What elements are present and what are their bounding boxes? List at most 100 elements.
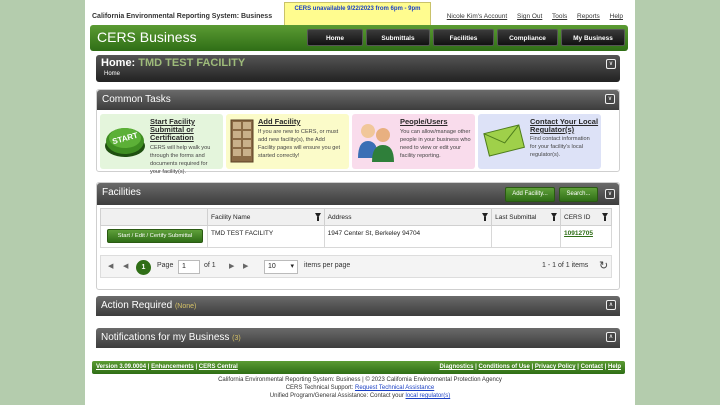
- page-label: Page: [157, 262, 174, 269]
- general-line: Unified Program/General Assistance: Cont…: [85, 392, 635, 400]
- task-title-line: Regulator(s): [530, 125, 575, 134]
- footer-help-link[interactable]: Help: [608, 364, 621, 370]
- nav-submittals[interactable]: Submittals: [366, 29, 430, 46]
- separator: |: [147, 364, 150, 370]
- column-header-address[interactable]: Address: [323, 208, 493, 226]
- cers-central-link[interactable]: CERS Central: [199, 364, 238, 370]
- user-links: Nicole Kim's Account Sign Out Tools Repo…: [447, 13, 623, 20]
- collapse-icon[interactable]: ∨: [606, 59, 616, 69]
- brand-title: CERS Business: [97, 29, 197, 45]
- support-label: CERS Technical Support:: [285, 385, 354, 391]
- expand-icon[interactable]: ∧: [606, 332, 616, 342]
- support-line: CERS Technical Support: Request Technica…: [85, 384, 635, 392]
- action-required-panel[interactable]: Action Required (None) ∧: [96, 296, 620, 316]
- separator: |: [577, 364, 579, 370]
- task-title-line: Certification: [150, 133, 194, 142]
- cers-id-cell: 10912705: [560, 225, 612, 248]
- desc-line: people in your business who: [400, 137, 471, 143]
- cers-id-link[interactable]: 10912705: [564, 230, 593, 237]
- column-header-action: [100, 208, 208, 226]
- notifications-title: Notifications for my Business (3): [101, 332, 241, 343]
- page-input[interactable]: 1: [178, 260, 200, 274]
- facility-name-cell: TMD TEST FACILITY: [206, 225, 325, 248]
- account-link[interactable]: Nicole Kim's Account: [447, 13, 508, 20]
- desc-line: started correctly!: [258, 153, 300, 159]
- filter-icon[interactable]: [551, 213, 558, 221]
- sign-out-link[interactable]: Sign Out: [517, 13, 542, 20]
- system-title: California Environmental Reporting Syste…: [92, 13, 273, 20]
- conditions-link[interactable]: Conditions of Use: [479, 364, 530, 370]
- enhancements-link[interactable]: Enhancements: [151, 364, 194, 370]
- task-description: CERS will help walk you through the form…: [150, 144, 210, 176]
- column-header-facility-name[interactable]: Facility Name: [206, 208, 325, 226]
- separator: |: [604, 364, 607, 370]
- collapse-icon[interactable]: ∨: [605, 189, 615, 199]
- task-add-facility[interactable]: Add Facility If you are new to CERS, or …: [226, 114, 349, 169]
- desc-line: CERS will help walk you: [150, 145, 211, 151]
- separator: |: [475, 364, 477, 370]
- regulator-link[interactable]: local regulator(s): [406, 393, 451, 399]
- desc-line: need to view or edit your: [400, 145, 461, 151]
- chevron-down-icon: ▾: [290, 263, 294, 270]
- nav-compliance[interactable]: Compliance: [497, 29, 558, 46]
- contact-link[interactable]: Contact: [581, 364, 603, 370]
- notifications-label: Notifications for my Business: [101, 332, 230, 343]
- desc-line: Facility pages will ensure you get: [258, 145, 341, 151]
- page-size-select[interactable]: 10 ▾: [264, 260, 298, 274]
- last-page-icon[interactable]: ▶: [243, 262, 248, 270]
- search-button[interactable]: Search...: [559, 187, 598, 202]
- column-label: Facility Name: [210, 213, 251, 221]
- common-tasks-panel: Common Tasks ∨ START Start Facility Subm…: [96, 89, 620, 175]
- notifications-count: (3): [232, 335, 241, 342]
- column-header-last-submittal[interactable]: Last Submittal: [491, 208, 562, 226]
- prev-page-icon[interactable]: ◀: [123, 262, 128, 270]
- support-link[interactable]: Request Technical Assistance: [355, 385, 434, 391]
- filter-icon[interactable]: [314, 213, 321, 221]
- task-start-submittal[interactable]: START Start Facility Submittal or Certif…: [100, 114, 223, 175]
- general-label: Unified Program/General Assistance: Cont…: [269, 393, 404, 399]
- task-description: Find contact information for your facili…: [530, 135, 590, 159]
- facilities-title: Facilities: [102, 187, 141, 198]
- nav-home[interactable]: Home: [307, 29, 363, 46]
- filter-icon[interactable]: [602, 213, 608, 221]
- tools-link[interactable]: Tools: [552, 13, 567, 20]
- current-page[interactable]: 1: [136, 260, 151, 275]
- next-page-icon[interactable]: ▶: [229, 262, 234, 270]
- desc-line: add new facility(s), the Add: [258, 137, 325, 143]
- facilities-panel: Facilities Add Facility... Search... ∨ F…: [96, 182, 620, 290]
- page-size-value: 10: [268, 263, 276, 270]
- task-contact-regulator[interactable]: Contact Your Local Regulator(s) Find con…: [478, 114, 601, 169]
- nav-facilities[interactable]: Facilities: [433, 29, 494, 46]
- copyright-block: California Environmental Reporting Syste…: [85, 376, 635, 400]
- desc-line: facility reporting.: [400, 153, 441, 159]
- first-page-icon[interactable]: ◀: [108, 262, 115, 270]
- desc-line: Find contact information: [530, 136, 590, 142]
- expand-icon[interactable]: ∧: [606, 300, 616, 310]
- collapse-icon[interactable]: ∨: [605, 94, 615, 104]
- task-people-users[interactable]: People/Users You can allow/manage other …: [352, 114, 475, 169]
- privacy-link[interactable]: Privacy Policy: [535, 364, 576, 370]
- add-facility-button[interactable]: Add Facility...: [505, 187, 555, 202]
- refresh-icon[interactable]: ↻: [599, 259, 608, 272]
- filter-icon[interactable]: [482, 213, 489, 221]
- task-title: People/Users: [400, 117, 448, 126]
- diagnostics-link[interactable]: Diagnostics: [439, 364, 473, 370]
- version-link[interactable]: Version 3.09.0004: [96, 364, 146, 370]
- help-link[interactable]: Help: [610, 13, 623, 20]
- address-cell: 1947 Center St, Berkeley 94704: [323, 225, 493, 248]
- facility-name-title: TMD TEST FACILITY: [138, 57, 246, 69]
- reports-link[interactable]: Reports: [577, 13, 600, 20]
- people-icon: [356, 120, 396, 162]
- task-title: Add Facility: [258, 117, 301, 126]
- action-required-count: (None): [174, 303, 197, 310]
- footer-bar: Version 3.09.0004 | Enhancements | CERS …: [92, 361, 625, 374]
- nav-my-business[interactable]: My Business: [561, 29, 625, 46]
- start-edit-certify-button[interactable]: Start / Edit / Certify Submittal: [107, 229, 203, 243]
- main-nav: Home Submittals Facilities Compliance My…: [307, 29, 625, 46]
- column-header-cers-id[interactable]: CERS ID: [560, 208, 612, 226]
- column-label: Last Submittal: [495, 213, 537, 221]
- task-title: Contact Your Local Regulator(s): [530, 118, 598, 134]
- footer-right-links: Diagnostics | Conditions of Use | Privac…: [439, 364, 621, 370]
- notifications-panel[interactable]: Notifications for my Business (3) ∧: [96, 328, 620, 348]
- main-banner: CERS Business Home Submittals Facilities…: [90, 25, 628, 51]
